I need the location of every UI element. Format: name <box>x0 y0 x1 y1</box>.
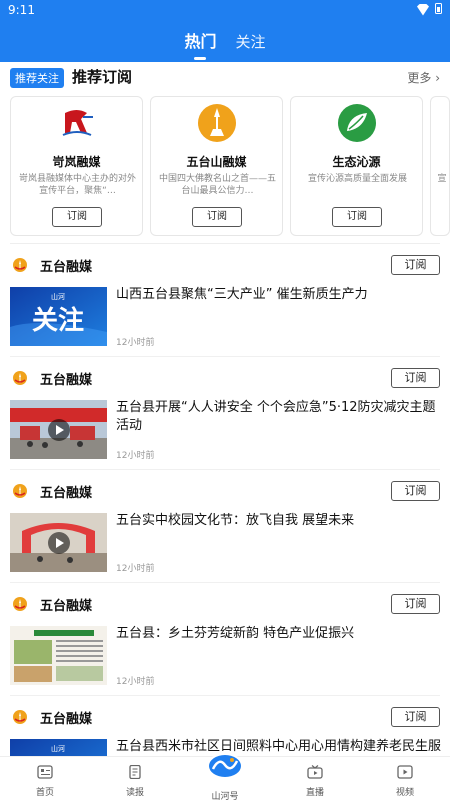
news-headline[interactable]: 五台县：乡土芬芳绽新韵 特色产业促振兴 <box>116 625 442 643</box>
video-icon <box>397 765 413 779</box>
source-name: 五台融媒 <box>40 260 93 275</box>
news-thumbnail[interactable] <box>10 400 107 459</box>
card-desc: 中国四大佛教名山之首——五台山最具公信力… <box>159 174 276 196</box>
news-thumbnail[interactable] <box>10 513 107 572</box>
news-thumbnail[interactable] <box>10 626 107 685</box>
recommend-badge: 推荐关注 <box>10 68 64 88</box>
app-header: 9:11 热门 关注 <box>0 0 450 62</box>
nav-home[interactable]: 首页 <box>0 757 90 800</box>
nav-label: 视频 <box>395 788 414 798</box>
guanzhu-banner: 关注 山河 <box>10 287 107 346</box>
chevron-right-icon: › <box>435 71 440 85</box>
status-bar: 9:11 <box>0 0 450 20</box>
wifi-icon <box>417 4 429 14</box>
news-item[interactable]: 五台融媒 订阅 五台县：乡土芬芳绽新韵 特色产业促振兴 12小时前 <box>0 583 450 696</box>
news-thumbnail[interactable]: 关注 山河 <box>10 287 107 346</box>
recommend-card-qinyuan[interactable]: 生态沁源 宣传沁源高质量全面发展 订阅 <box>290 96 423 236</box>
news-time: 12小时前 <box>116 451 155 461</box>
news-headline[interactable]: 五台实中校园文化节：放飞自我 展望未来 <box>116 512 442 530</box>
nav-label: 读报 <box>125 788 144 798</box>
kelan-logo <box>62 110 93 136</box>
source-name: 五台融媒 <box>40 712 93 727</box>
status-time: 9:11 <box>8 3 35 17</box>
nav-read-paper[interactable]: 读报 <box>90 757 180 800</box>
card-desc: 宣 <box>437 174 447 184</box>
recommend-card-kelan[interactable]: 岢岚融媒 岢岚县融媒体中心主办的对外宣传平台，聚焦“… 订阅 <box>10 96 143 236</box>
recommend-cards[interactable]: 岢岚融媒 岢岚县融媒体中心主办的对外宣传平台，聚焦“… 订阅 五台山融媒 中国四… <box>10 96 450 236</box>
tab-following[interactable]: 关注 <box>236 31 266 52</box>
status-icons <box>417 3 442 14</box>
subscribe-button[interactable]: 订阅 <box>391 368 440 388</box>
news-time: 12小时前 <box>116 564 155 574</box>
subscribe-button[interactable]: 订阅 <box>332 207 382 227</box>
subscribe-button[interactable]: 订阅 <box>192 207 242 227</box>
recommend-card-partial[interactable]: 宣 <box>430 96 450 236</box>
shanhe-logo[interactable] <box>205 751 245 781</box>
subscribe-button[interactable]: 订阅 <box>391 481 440 501</box>
subscribe-button[interactable]: 订阅 <box>52 207 102 227</box>
newspaper-page <box>10 626 107 685</box>
recommend-header: 推荐关注 推荐订阅 更多 › <box>10 66 440 90</box>
recommend-title: 推荐订阅 <box>72 68 133 86</box>
card-name: 生态沁源 <box>332 155 381 169</box>
news-headline[interactable]: 五台县开展“人人讲安全 个个会应急”5·12防灾减灾主题活动 <box>116 399 442 435</box>
svg-text:山河: 山河 <box>51 292 65 301</box>
more-link[interactable]: 更多 › <box>407 69 440 86</box>
svg-text:关注: 关注 <box>32 305 84 336</box>
tab-hot[interactable]: 热门 <box>184 28 216 60</box>
battery-icon <box>435 3 442 14</box>
newspaper-icon <box>129 765 141 779</box>
wutaishan-logo <box>198 104 236 142</box>
card-desc: 岢岚县融媒体中心主办的对外宣传平台，聚焦“… <box>19 174 136 196</box>
nav-live[interactable]: 直播 <box>270 757 360 800</box>
card-name: 五台山融媒 <box>186 155 247 169</box>
card-desc: 宣传沁源高质量全面发展 <box>307 174 407 184</box>
qinyuan-logo <box>338 104 376 142</box>
nav-label: 直播 <box>305 788 324 798</box>
top-tabs: 热门 关注 <box>0 28 450 60</box>
source-name: 五台融媒 <box>40 599 93 614</box>
news-time: 12小时前 <box>116 677 155 687</box>
play-icon[interactable] <box>48 419 70 441</box>
play-icon[interactable] <box>48 532 70 554</box>
more-label: 更多 <box>407 71 432 85</box>
source-icon <box>13 597 27 611</box>
nav-video[interactable]: 视频 <box>360 757 450 800</box>
news-headline[interactable]: 山西五台县聚焦“三大产业” 催生新质生产力 <box>116 286 442 304</box>
recommend-card-wutaishan[interactable]: 五台山融媒 中国四大佛教名山之首——五台山最具公信力… 订阅 <box>150 96 283 236</box>
source-name: 五台融媒 <box>40 486 93 501</box>
source-icon <box>13 710 27 724</box>
subscribe-button[interactable]: 订阅 <box>391 255 440 275</box>
home-icon <box>37 765 53 779</box>
news-item[interactable]: 五台融媒 订阅 五台县开展“人人讲安全 个个会应急”5·12防灾减灾主题活动 1… <box>0 357 450 470</box>
news-time: 12小时前 <box>116 338 155 348</box>
subscribe-button[interactable]: 订阅 <box>391 707 440 727</box>
news-item[interactable]: 五台融媒 订阅 关注 山河 山西五台县聚焦“三大产业” 催生新质生产力 12小时… <box>0 244 450 357</box>
news-item[interactable]: 五台融媒 订阅 五台实中校园文化节：放飞自我 展望未来 12小时前 <box>0 470 450 583</box>
subscribe-button[interactable]: 订阅 <box>391 594 440 614</box>
source-icon <box>13 258 27 272</box>
nav-label: 山河号 <box>211 792 239 800</box>
source-icon <box>13 371 27 385</box>
source-icon <box>13 484 27 498</box>
source-name: 五台融媒 <box>40 373 93 388</box>
svg-text:山河: 山河 <box>51 744 65 753</box>
nav-label: 首页 <box>35 788 54 798</box>
card-name: 岢岚融媒 <box>52 155 101 169</box>
live-tv-icon <box>307 765 323 779</box>
